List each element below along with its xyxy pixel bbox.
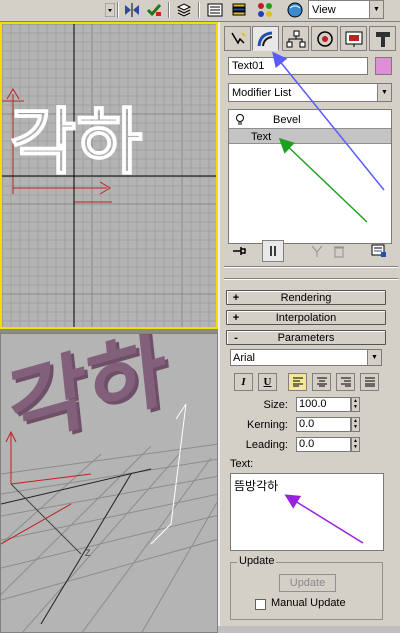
remove-modifier-icon[interactable] bbox=[328, 240, 350, 262]
update-group-title: Update bbox=[237, 555, 277, 567]
update-button[interactable]: Update bbox=[279, 574, 336, 592]
modifier-stack: Bevel Text bbox=[228, 109, 392, 244]
modify-tab[interactable] bbox=[252, 26, 279, 51]
font-label: Arial bbox=[233, 351, 256, 364]
mirror-icon[interactable] bbox=[122, 1, 142, 19]
leading-spinner-arrows[interactable]: ▲ ▼ bbox=[351, 437, 360, 452]
hierarchy-tab[interactable] bbox=[282, 26, 309, 51]
display-icon bbox=[345, 31, 362, 47]
stack-item-label: Text bbox=[251, 131, 272, 143]
align-left-button[interactable] bbox=[288, 373, 307, 391]
size-label: Size: bbox=[263, 399, 288, 411]
modify-icon bbox=[257, 31, 272, 46]
stack-item-label: Bevel bbox=[273, 114, 301, 126]
command-panel-tabs bbox=[224, 26, 398, 52]
align-left-icon bbox=[292, 377, 303, 387]
object-name-input[interactable]: Text01 bbox=[228, 57, 368, 75]
rollout-toggle-sign: + bbox=[232, 291, 240, 304]
modifier-list-dropdown[interactable]: Modifier List ▼ bbox=[228, 83, 392, 102]
align-center-button[interactable] bbox=[312, 373, 331, 391]
leading-label: Leading: bbox=[245, 439, 288, 451]
rollout-title: Parameters bbox=[277, 331, 335, 344]
pin-stack-icon[interactable] bbox=[228, 240, 250, 262]
utilities-tab[interactable] bbox=[369, 26, 396, 51]
manual-update-label: Manual Update bbox=[271, 597, 346, 609]
rollout-toggle-sign: + bbox=[232, 311, 240, 324]
rollout-interpolation[interactable]: + Interpolation bbox=[226, 310, 386, 325]
manual-update-checkbox[interactable] bbox=[255, 599, 266, 610]
schematic-icon[interactable] bbox=[255, 1, 275, 19]
align-right-icon bbox=[340, 377, 351, 387]
view-label: View bbox=[312, 3, 336, 16]
motion-tab[interactable] bbox=[311, 26, 338, 51]
top-viewport-text: 각하 bbox=[9, 100, 143, 184]
text-content-textarea[interactable]: 뜸방각하 bbox=[230, 473, 384, 551]
motion-icon bbox=[316, 30, 333, 47]
stack-item-bevel[interactable]: Bevel bbox=[229, 112, 391, 128]
panel-separator bbox=[224, 278, 398, 280]
create-icon bbox=[230, 31, 246, 45]
show-end-result-icon[interactable] bbox=[262, 240, 284, 262]
create-tab[interactable] bbox=[224, 26, 251, 51]
top-viewport[interactable]: 각하 bbox=[0, 22, 218, 329]
underline-button[interactable]: U bbox=[258, 373, 277, 391]
material-icon[interactable] bbox=[285, 1, 305, 19]
chevron-down-icon: ▼ bbox=[367, 350, 381, 365]
align-center-icon bbox=[316, 377, 327, 387]
chevron-down-icon: ▼ bbox=[369, 1, 383, 18]
update-group: Update Update Manual Update bbox=[230, 555, 383, 620]
modifier-list-label: Modifier List bbox=[232, 86, 292, 99]
justify-button[interactable] bbox=[360, 373, 379, 391]
command-panel: Text01 Modifier List ▼ Bevel Text + Rend… bbox=[218, 22, 400, 633]
reference-coordinate-select[interactable]: View ▼ bbox=[308, 0, 384, 19]
italic-button[interactable]: I bbox=[234, 373, 253, 391]
size-spinner-input[interactable]: 100.0 bbox=[296, 397, 351, 412]
kerning-spinner-input[interactable]: 0.0 bbox=[296, 417, 351, 432]
font-dropdown[interactable]: Arial ▼ bbox=[230, 349, 382, 366]
panel-separator bbox=[224, 266, 398, 268]
kerning-spinner-arrows[interactable]: ▲ ▼ bbox=[351, 417, 360, 432]
svg-text:Z: Z bbox=[85, 548, 91, 558]
align-right-button[interactable] bbox=[336, 373, 355, 391]
main-toolbar: View ▼ bbox=[0, 0, 400, 22]
leading-spinner-input[interactable]: 0.0 bbox=[296, 437, 351, 452]
text-field-label: Text: bbox=[230, 458, 254, 470]
hammer-icon bbox=[375, 31, 390, 47]
curve-editor-icon[interactable] bbox=[205, 1, 225, 19]
track-view-icon[interactable] bbox=[229, 1, 249, 19]
justify-icon bbox=[364, 377, 375, 387]
rollout-title: Interpolation bbox=[275, 311, 337, 324]
chevron-down-icon: ▼ bbox=[377, 84, 391, 101]
make-unique-icon[interactable] bbox=[306, 240, 328, 262]
layers-icon[interactable] bbox=[174, 1, 194, 19]
stack-tools bbox=[228, 240, 392, 262]
display-tab[interactable] bbox=[340, 26, 367, 51]
rollout-title: Rendering bbox=[280, 291, 332, 304]
rollout-parameters[interactable]: - Parameters bbox=[226, 330, 386, 345]
panel-bottom-strip bbox=[218, 626, 400, 633]
configure-modifier-sets-icon[interactable] bbox=[368, 240, 390, 262]
align-icon[interactable] bbox=[144, 1, 164, 19]
perspective-viewport[interactable]: Z 각하 bbox=[0, 333, 218, 633]
rollout-rendering[interactable]: + Rendering bbox=[226, 290, 386, 305]
object-color-swatch[interactable] bbox=[375, 57, 392, 75]
stack-item-text[interactable]: Text bbox=[229, 128, 391, 144]
size-spinner-arrows[interactable]: ▲ ▼ bbox=[351, 397, 360, 412]
kerning-label: Kerning: bbox=[247, 419, 288, 431]
hierarchy-icon bbox=[286, 30, 305, 47]
rollout-toggle-sign: - bbox=[234, 331, 238, 344]
